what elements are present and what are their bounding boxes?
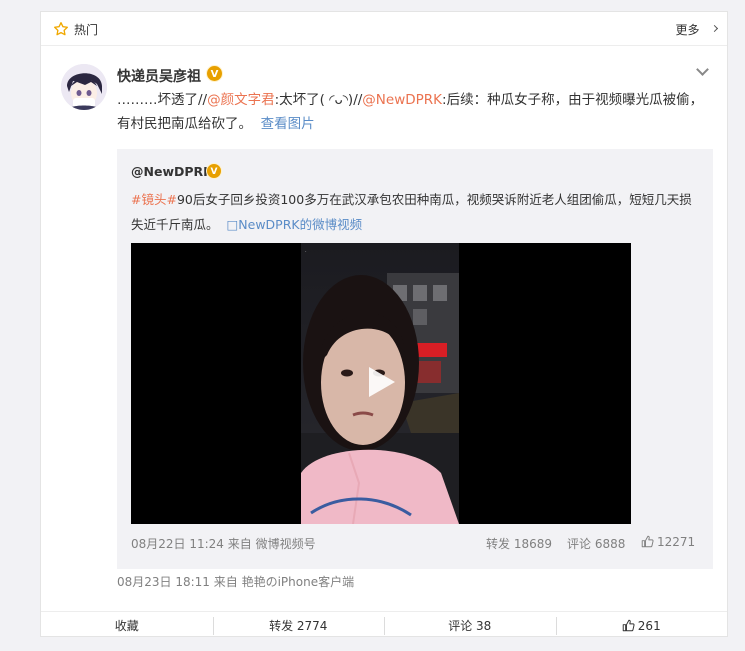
post-text-part1: :太坏了( ◜ᴗ◝)// (274, 92, 363, 108)
more-link[interactable]: 更多 (676, 21, 711, 38)
view-image-link[interactable]: 查看图片 (261, 116, 315, 132)
chevron-right-icon[interactable] (710, 24, 719, 33)
quoted-like-count[interactable]: 12271 (657, 535, 695, 549)
quoted-like-button[interactable]: 12271 (641, 535, 695, 549)
post-meta: 08月23日 18:11 来自 艳艳のiPhone客户端 (117, 575, 355, 589)
hot-header: 热门 更多 (41, 12, 727, 46)
post-text: ………坏透了//@颜文字君:太坏了( ◜ᴗ◝)//@NewDPRK:后续：种瓜女… (117, 88, 713, 136)
thumbs-up-icon (641, 535, 654, 548)
repost-button[interactable]: 转发 2774 (212, 612, 385, 638)
topic-link[interactable]: #镜头# (131, 192, 177, 207)
author-name[interactable]: 快递员吴彦祖 (117, 66, 201, 86)
verified-badge-icon: V (206, 163, 222, 179)
star-icon (54, 22, 68, 36)
chevron-down-icon[interactable] (696, 63, 709, 76)
mention-link[interactable]: @NewDPRK (362, 92, 442, 108)
video-source-link[interactable]: □NewDPRK的微博视频 (226, 217, 362, 232)
comment-label[interactable]: 评论 38 (448, 619, 491, 633)
thumbs-up-icon (622, 619, 635, 632)
verified-badge-icon: V (206, 65, 223, 82)
more-label[interactable]: 更多 (676, 23, 700, 37)
hot-label: 热门 (74, 23, 99, 37)
favorite-button[interactable]: 收藏 (41, 612, 213, 638)
quoted-post: @NewDPRK V #镜头#90后女子回乡投资100多万在武汉承包农田种南瓜，… (117, 149, 713, 569)
quoted-body: 90后女子回乡投资100多万在武汉承包农田种南瓜，视频哭诉附近老人组团偷瓜，短短… (131, 192, 692, 232)
post-text-prefix: ………坏透了// (117, 92, 208, 108)
quoted-text: #镜头#90后女子回乡投资100多万在武汉承包农田种南瓜，视频哭诉附近老人组团偷… (131, 187, 701, 237)
repost-label[interactable]: 转发 2774 (269, 619, 327, 633)
avatar[interactable] (61, 64, 107, 110)
video-player[interactable]: · (131, 243, 631, 524)
comment-button[interactable]: 评论 38 (384, 612, 556, 638)
weibo-post-card: 热门 更多 快递员吴彦祖 V ………坏透了//@颜文字君:太坏了( ◜ᴗ◝)//… (40, 11, 728, 637)
mention-link[interactable]: @颜文字君 (207, 92, 275, 108)
action-bar: 收藏 转发 2774 评论 38 261 (41, 611, 727, 638)
avatar-illustration (61, 64, 107, 110)
quoted-repost-count[interactable]: 转发 18689 (486, 535, 552, 552)
like-count[interactable]: 261 (638, 619, 661, 633)
quoted-comment-count[interactable]: 评论 6888 (567, 535, 625, 552)
quoted-author[interactable]: @NewDPRK (131, 164, 213, 179)
favorite-label[interactable]: 收藏 (115, 619, 139, 633)
quoted-meta: 08月22日 11:24 来自 微博视频号 (131, 537, 316, 551)
like-button[interactable]: 261 (555, 612, 728, 638)
play-icon[interactable] (363, 365, 397, 399)
